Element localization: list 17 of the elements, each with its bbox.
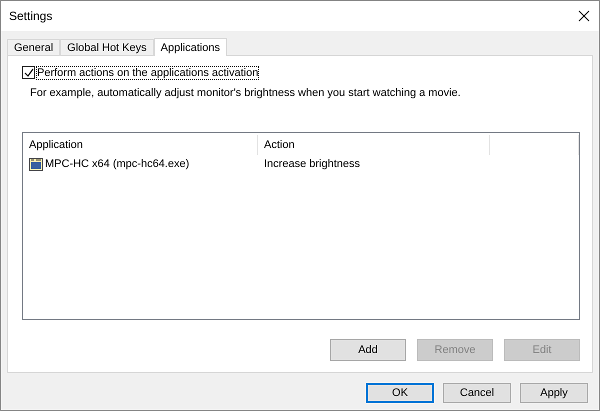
- checkbox-label[interactable]: Perform actions on the applications activation: [37, 66, 258, 78]
- tab[interactable]: General: [7, 39, 60, 55]
- column-header[interactable]: Application: [23, 135, 258, 155]
- dialog-button[interactable]: Cancel: [443, 383, 511, 403]
- tab[interactable]: Global Hot Keys: [60, 39, 154, 55]
- app-icon: [29, 158, 43, 170]
- tab[interactable]: Applications: [154, 38, 227, 56]
- table-cell: MPC-HC x64 (mpc-hc64.exe): [45, 158, 190, 170]
- dialog-button[interactable]: OK: [366, 383, 434, 403]
- close-icon[interactable]: [577, 9, 591, 23]
- column-header[interactable]: Action: [258, 135, 490, 155]
- list-button[interactable]: Add: [330, 339, 406, 361]
- window-title: Settings: [9, 9, 52, 23]
- description-text: For example, automatically adjust monitor's brightness when you start watching a movie.: [30, 87, 462, 99]
- dialog-button[interactable]: Apply: [520, 383, 588, 403]
- checkbox[interactable]: [22, 66, 35, 79]
- table-cell: Increase brightness: [264, 158, 360, 170]
